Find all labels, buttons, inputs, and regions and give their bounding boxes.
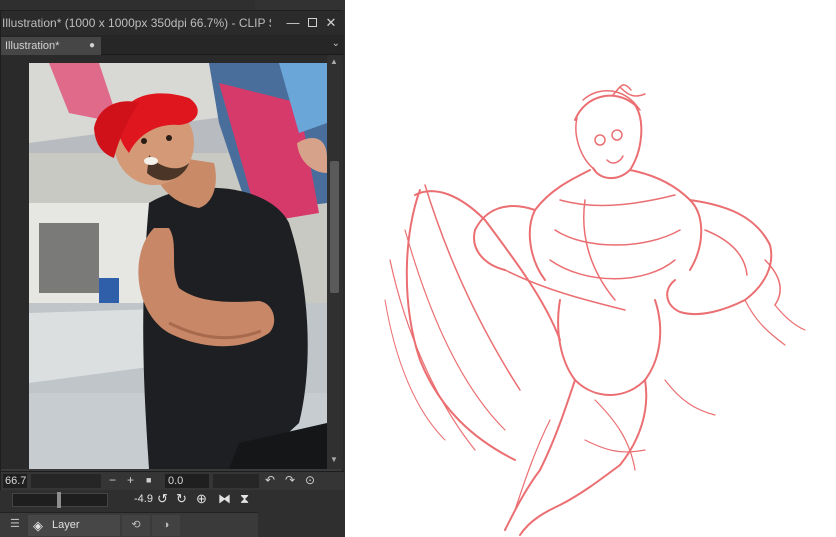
- reset-rotation-icon[interactable]: ⊕: [196, 491, 207, 507]
- flip-vertical-icon[interactable]: ⧗: [240, 491, 249, 507]
- zoom-out-button[interactable]: −: [109, 473, 116, 487]
- reference-window[interactable]: Illustration* (1000 x 1000px 350dpi 66.7…: [0, 10, 344, 490]
- clip-studio-workspace: Illustration* (1000 x 1000px 350dpi 66.7…: [0, 0, 836, 537]
- modified-indicator-icon: ●: [88, 40, 95, 51]
- reference-viewport[interactable]: ▲ ▼: [1, 55, 344, 469]
- rotate-left-icon[interactable]: ↺: [157, 491, 168, 507]
- rotate-left-icon[interactable]: ↶: [265, 473, 275, 487]
- layer-panel-tabs: ☰ ◈ Layer Property ⟲ ◑: [0, 512, 258, 537]
- close-button[interactable]: ✕: [322, 14, 340, 32]
- zoom-in-button[interactable]: +: [127, 473, 134, 487]
- vertical-scrollbar[interactable]: ▲ ▼: [327, 55, 343, 469]
- zoom-slider[interactable]: [31, 474, 101, 488]
- document-tab-label: Illustration*: [5, 40, 60, 52]
- panel-menu-icon[interactable]: ☰: [10, 517, 20, 530]
- document-tab-bar: Illustration* ● ⌄: [1, 35, 344, 55]
- window-statusbar: 66.7 − + ■ 0.0 ↶ ↷ ⊙: [1, 471, 344, 490]
- reset-rotation-icon[interactable]: ⊙: [305, 473, 315, 487]
- scroll-up-icon[interactable]: ▲: [330, 57, 338, 66]
- reference-photo: [29, 63, 327, 469]
- rotation-field[interactable]: 0.0: [165, 474, 209, 488]
- slider-handle[interactable]: [57, 492, 61, 508]
- zoom-field[interactable]: 66.7: [3, 474, 27, 488]
- window-titlebar[interactable]: Illustration* (1000 x 1000px 350dpi 66.7…: [1, 11, 344, 35]
- tab-layer-property[interactable]: ◈ Layer Property: [28, 515, 120, 536]
- rotate-right-icon[interactable]: ↷: [285, 473, 295, 487]
- tab-layer-search[interactable]: ⟲: [122, 515, 150, 536]
- rotate-right-icon[interactable]: ↻: [176, 491, 187, 507]
- scroll-down-icon[interactable]: ▼: [330, 455, 338, 464]
- tab-menu-chevron-icon[interactable]: ⌄: [332, 38, 340, 49]
- window-title: Illustration* (1000 x 1000px 350dpi 66.7…: [2, 16, 271, 30]
- navigator-toolbar: -4.9 ↺ ↻ ⊕ ⧓ ⧗: [0, 490, 258, 512]
- tab-label: Layer Property: [52, 519, 80, 531]
- navigator-zoom-slider[interactable]: [12, 492, 108, 508]
- sketch-canvas[interactable]: [345, 0, 836, 537]
- navigator-rotation-value: -4.9: [134, 493, 153, 505]
- document-tab[interactable]: Illustration* ●: [1, 37, 101, 55]
- rotation-slider[interactable]: [213, 474, 259, 488]
- maximize-icon: [307, 18, 317, 27]
- minimize-button[interactable]: —: [284, 14, 302, 32]
- maximize-button[interactable]: [303, 14, 321, 32]
- flip-horizontal-icon[interactable]: ⧓: [218, 491, 231, 507]
- layer-property-icon: ◈: [33, 518, 43, 533]
- fit-window-button[interactable]: ■: [146, 475, 151, 485]
- scroll-thumb[interactable]: [330, 161, 339, 293]
- tab-layer-palette[interactable]: ◑: [152, 515, 180, 536]
